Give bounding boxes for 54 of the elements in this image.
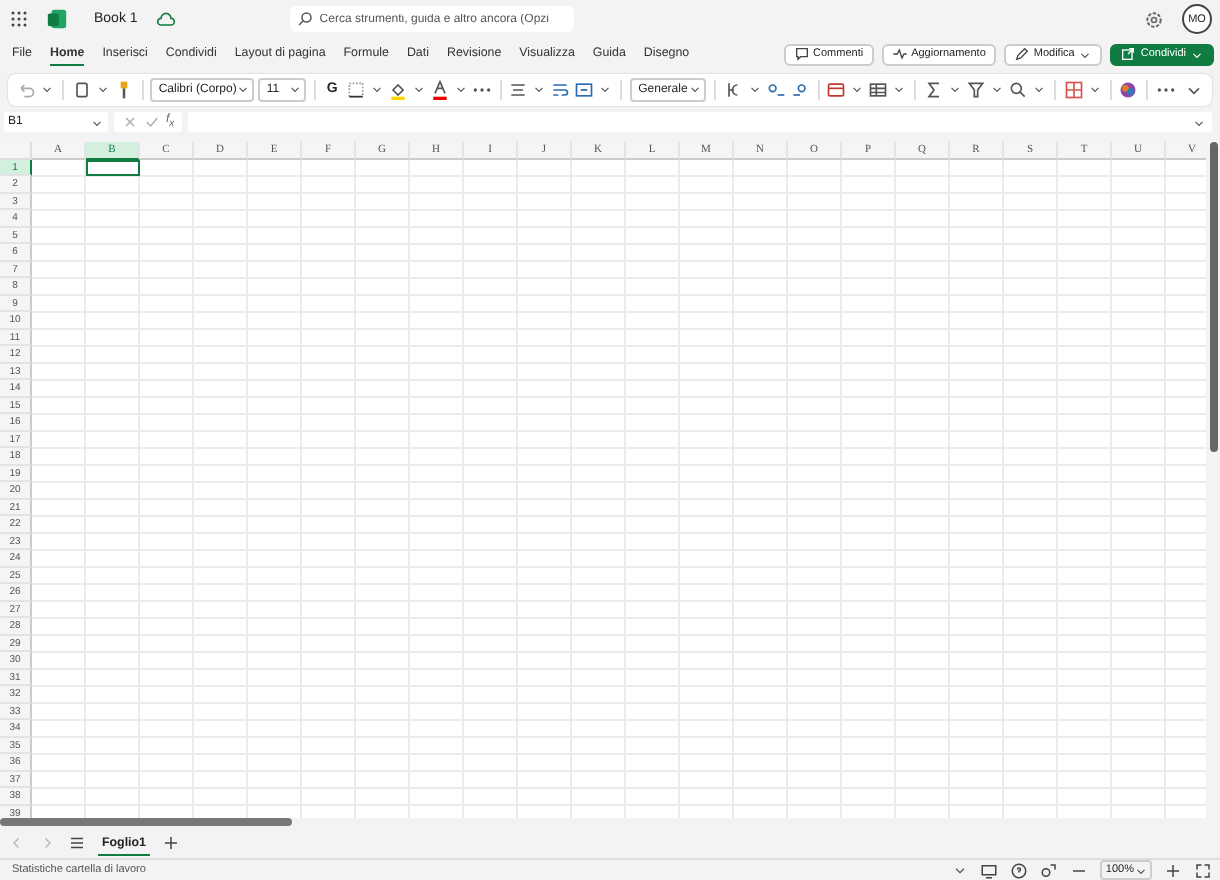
caret-icon[interactable] (453, 82, 468, 97)
caret-icon[interactable] (990, 82, 1005, 97)
add-sheet-icon[interactable] (162, 834, 180, 853)
wrap-text-icon[interactable] (550, 79, 571, 100)
caret-icon[interactable] (411, 82, 426, 97)
sum-icon[interactable] (924, 79, 945, 100)
cell-grid[interactable] (32, 159, 1206, 819)
formula-input[interactable] (188, 112, 1212, 133)
caret-icon[interactable] (95, 82, 110, 97)
check-icon[interactable] (144, 114, 160, 131)
decrease-decimal-icon[interactable] (789, 79, 810, 100)
search-icon (295, 10, 314, 29)
merge-icon[interactable] (574, 79, 595, 100)
display-settings-icon[interactable] (979, 861, 998, 879)
caret-icon (688, 82, 703, 97)
sheet-list-icon[interactable] (68, 834, 86, 853)
spreadsheet-logo-icon (46, 8, 68, 31)
scrollbar-thumb[interactable] (1209, 141, 1217, 452)
align-icon[interactable] (508, 79, 529, 100)
caret-icon[interactable] (892, 82, 907, 97)
scrollbar-thumb[interactable] (0, 818, 292, 827)
caret-icon[interactable] (532, 82, 547, 97)
cloud-icon[interactable] (155, 9, 176, 30)
cells-icon[interactable] (1063, 79, 1084, 100)
caret-icon[interactable] (747, 82, 762, 97)
table-icon[interactable] (868, 79, 889, 100)
borders-icon[interactable] (345, 79, 366, 100)
caret-icon[interactable] (951, 862, 968, 878)
settings-icon[interactable] (1144, 9, 1164, 30)
caret-icon[interactable] (1087, 82, 1102, 97)
caret-icon[interactable] (850, 82, 865, 97)
selected-cell[interactable] (86, 159, 140, 177)
caret-icon[interactable] (598, 82, 613, 97)
caret-icon (236, 82, 251, 97)
caret-icon (287, 82, 302, 97)
pencil-icon (1013, 46, 1030, 63)
activity-icon (891, 46, 908, 63)
find-icon[interactable] (1008, 79, 1029, 100)
fullscreen-icon[interactable] (1194, 861, 1212, 879)
comment-icon (793, 46, 810, 63)
fill-color-icon[interactable] (387, 79, 408, 100)
caret-icon[interactable] (948, 82, 963, 97)
share-icon (1120, 46, 1137, 63)
clipboard-icon[interactable] (71, 79, 92, 100)
app-launcher-icon[interactable] (10, 10, 28, 29)
font-color-icon[interactable] (429, 79, 450, 100)
conditional-format-icon[interactable] (826, 79, 847, 100)
caret-icon[interactable] (369, 82, 384, 97)
caret-icon[interactable] (40, 82, 54, 97)
caret-icon[interactable] (1032, 82, 1047, 97)
help-icon[interactable] (1009, 861, 1028, 879)
zoom-in-icon[interactable] (1164, 861, 1182, 879)
increase-decimal-icon[interactable] (765, 79, 786, 100)
sort-filter-icon[interactable] (966, 79, 987, 100)
